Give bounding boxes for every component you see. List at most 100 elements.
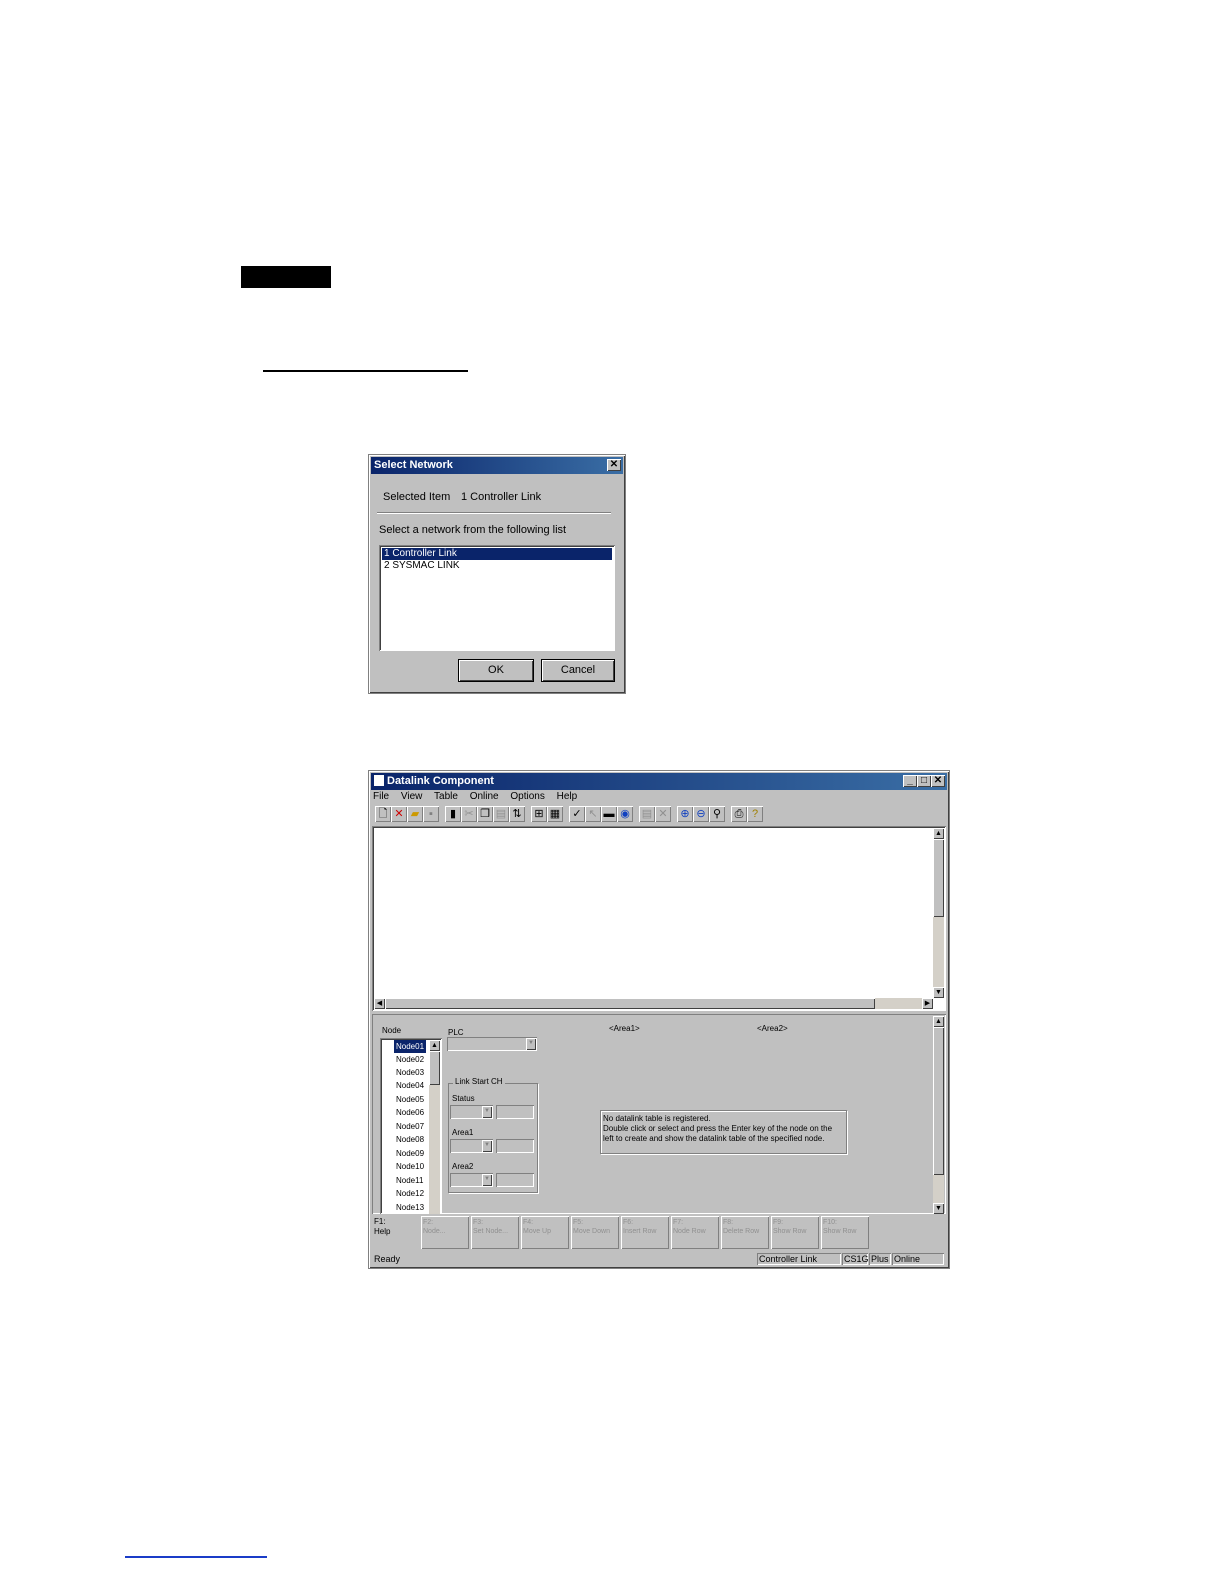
node-vscrollbar[interactable]: ▲ [429,1040,440,1214]
list-item[interactable]: Node05 [394,1093,426,1106]
scroll-thumb[interactable] [933,839,944,917]
menu-file[interactable]: File [373,791,389,802]
zoom-in-icon[interactable]: ⊕ [677,806,693,822]
menu-help[interactable]: Help [557,791,578,802]
scroll-thumb[interactable] [385,998,875,1009]
cut-icon[interactable]: ✂ [461,806,477,822]
scroll-up-icon[interactable]: ▲ [933,1016,944,1027]
node-list[interactable]: Node01 Node02 Node03 Node04 Node05 Node0… [380,1038,442,1214]
toolbar: 🗋 ✕ ▰ ▪ ▮ ✂ ❐ ▤ ⇅ ⊞ ▦ ✓ ↖ ▬ ◉ ▤ ✕ ⊕ ⊖ ⚲ … [373,806,945,824]
open-icon[interactable]: ▰ [407,806,423,822]
fkey-number: F2: [423,1219,434,1226]
save-icon[interactable]: ▪ [423,806,439,822]
ok-button[interactable]: OK [459,660,533,681]
new-delete-icon[interactable]: ✕ [391,806,407,822]
fkey-label: Move Down [573,1228,610,1235]
arrow-icon[interactable]: ↖ [585,806,601,822]
link-icon[interactable]: ▬ [601,806,617,822]
status-select[interactable]: ▼ [450,1105,493,1119]
list-item[interactable]: Node07 [394,1120,426,1133]
menu-view[interactable]: View [401,791,423,802]
area1-label: Area1 [452,1128,474,1137]
list-item[interactable]: Node12 [394,1187,426,1200]
table-vscrollbar[interactable]: ▲ ▼ [933,828,944,998]
menu-options[interactable]: Options [510,791,544,802]
table-hscrollbar[interactable]: ◀ ▶ [374,998,933,1009]
list-item[interactable]: Node13 [394,1201,426,1214]
scroll-down-icon[interactable]: ▼ [933,1203,944,1214]
close-icon[interactable]: ✕ [607,459,621,471]
scroll-thumb[interactable] [933,1027,944,1175]
transfer-icon[interactable]: ⇅ [509,806,525,822]
list-item[interactable]: Node11 [394,1174,426,1187]
fkey-label: Delete Row [723,1228,760,1235]
area1-select[interactable]: ▼ [450,1139,493,1153]
fkey-button[interactable]: F3: Set Node... [471,1216,519,1249]
close-icon[interactable]: ✕ [931,775,945,787]
minimize-icon[interactable]: _ [903,775,917,787]
fkey-button[interactable]: F8: Delete Row [721,1216,769,1249]
function-key-bar: F1: Help F2: Node... F3: Set Node... F4: Mo… [372,1215,946,1251]
list-item[interactable]: Node03 [394,1066,426,1079]
section-marker [241,266,331,288]
plc-select[interactable]: ▼ [447,1037,537,1051]
online-icon[interactable]: ◉ [617,806,633,822]
list-item[interactable]: Node02 [394,1053,426,1066]
cross-icon[interactable]: ✕ [655,806,671,822]
check-icon[interactable]: ✓ [569,806,585,822]
fkey-button[interactable]: F6: Insert Row [621,1216,669,1249]
network-listbox[interactable]: 1 Controller Link 2 SYSMAC LINK [379,545,615,651]
list-item[interactable]: Node08 [394,1133,426,1146]
scroll-up-icon[interactable]: ▲ [933,828,944,839]
area2-select[interactable]: ▼ [450,1173,493,1187]
fkey-number: F6: [623,1219,634,1226]
network-icon[interactable]: ⊞ [531,806,547,822]
list-item[interactable]: Node09 [394,1147,426,1160]
fkey-button[interactable]: F9: Show Row [771,1216,819,1249]
fkey-button[interactable]: F2: Node... [421,1216,469,1249]
list-item[interactable]: 1 Controller Link [382,548,612,560]
maximize-icon[interactable]: □ [917,775,931,787]
delete-icon[interactable]: ▮ [445,806,461,822]
scroll-down-icon[interactable]: ▼ [933,987,944,998]
app-icon [374,775,384,786]
list-item[interactable]: Node10 [394,1160,426,1173]
scroll-right-icon[interactable]: ▶ [922,998,933,1009]
table-icon[interactable]: ▤ [639,806,655,822]
fkey-label: Show Row [773,1228,807,1235]
table-view[interactable]: ▲ ▼ ◀ ▶ [372,826,946,1011]
fkey-button[interactable]: F4: Move Up [521,1216,569,1249]
search-icon[interactable]: ⚲ [709,806,725,822]
fkey-button[interactable]: F7: Node Row [671,1216,719,1249]
copy-icon[interactable]: ❐ [477,806,493,822]
area2-header: <Area2> [757,1024,788,1033]
scroll-left-icon[interactable]: ◀ [374,998,385,1009]
list-item[interactable]: Node01 [394,1040,426,1053]
menu-table[interactable]: Table [434,791,458,802]
help-icon[interactable]: ? [747,806,763,822]
fkey-help[interactable]: F1: Help [374,1217,418,1249]
selected-item-value: 1 Controller Link [461,491,542,503]
fkey-button[interactable]: F5: Move Down [571,1216,619,1249]
fkey-number: F10: [823,1219,838,1226]
fkey-button[interactable]: F10: Show Row [821,1216,869,1249]
cancel-button[interactable]: Cancel [542,660,614,681]
scroll-up-icon[interactable]: ▲ [429,1040,440,1051]
footer-link-rule [125,1556,267,1558]
status-field[interactable] [496,1105,534,1119]
list-item[interactable]: 2 SYSMAC LINK [382,560,612,572]
list-item[interactable]: Node06 [394,1106,426,1119]
scroll-thumb[interactable] [429,1051,440,1085]
paste-icon[interactable]: ▤ [493,806,509,822]
new-icon[interactable]: 🗋 [375,806,391,822]
grid-icon[interactable]: ▦ [547,806,563,822]
zoom-out-icon[interactable]: ⊖ [693,806,709,822]
area2-field[interactable] [496,1173,534,1187]
menu-online[interactable]: Online [470,791,499,802]
area1-field[interactable] [496,1139,534,1153]
separator [377,512,611,513]
list-item[interactable]: Node04 [394,1079,426,1092]
print-icon[interactable]: ⎙ [731,806,747,822]
pane-vscrollbar[interactable]: ▲ ▼ [933,1016,944,1214]
message-box: No datalink table is registered. Double … [600,1110,847,1154]
